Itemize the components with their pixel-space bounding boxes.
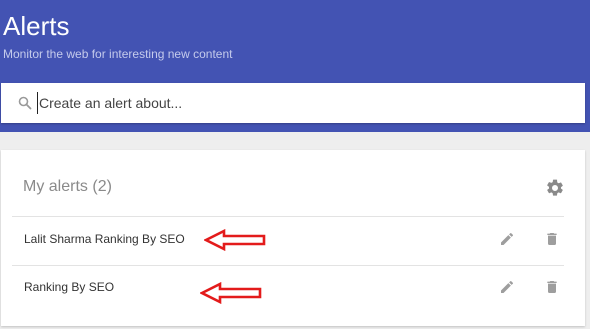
search-input[interactable] [37,92,569,114]
alert-item-label[interactable]: Ranking By SEO [24,279,114,295]
my-alerts-heading: My alerts (2) [23,177,112,197]
my-alerts-title: My alerts [23,178,88,195]
gear-icon[interactable] [545,178,565,198]
pencil-icon[interactable] [499,231,515,247]
divider [12,265,564,266]
left-arrow-icon [204,229,266,251]
alerts-count: (2) [92,178,112,195]
trash-icon[interactable] [544,279,560,295]
trash-icon[interactable] [544,231,560,247]
alert-item-label[interactable]: Lalit Sharma Ranking By SEO [24,231,185,247]
pencil-icon[interactable] [499,279,515,295]
divider [12,216,564,217]
page-subtitle: Monitor the web for interesting new cont… [3,47,233,61]
left-arrow-icon [200,282,262,304]
page-title: Alerts [3,11,70,41]
search-icon [18,96,32,110]
search-bar[interactable] [1,83,585,123]
